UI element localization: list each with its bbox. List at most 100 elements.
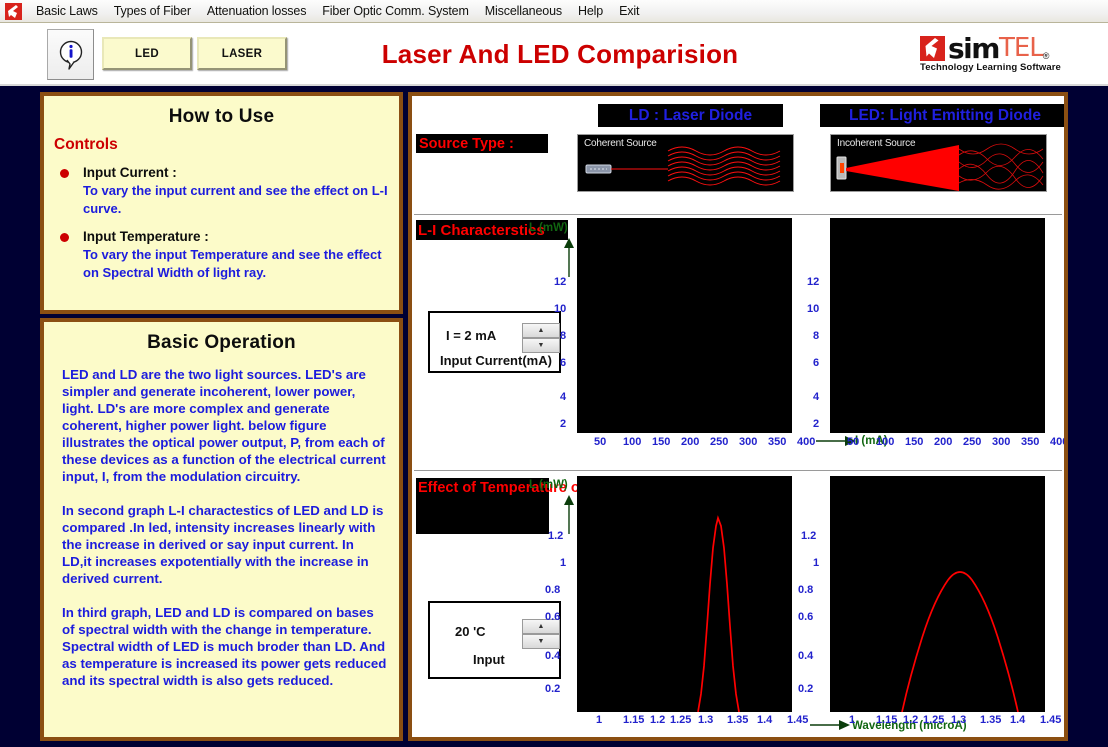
input-current-spinner[interactable]: ▲ ▼ [522, 323, 560, 353]
spectral-ld-ytick: 1 [560, 557, 567, 569]
li-led-xtick: 50 [847, 436, 860, 448]
input-current-control[interactable]: I = 2 mA ▲ ▼ Input Current(mA) [428, 311, 561, 373]
spectral-ld-xtick: 1.4 [757, 714, 773, 726]
li-ld-xtick: 250 [710, 436, 729, 448]
spinner-down-icon[interactable]: ▼ [522, 634, 560, 649]
spectral-ld-xtick: 1.25 [670, 714, 692, 726]
spectral-led-xtick: 1.15 [876, 714, 898, 726]
spectral-led-xtick: 1.4 [1010, 714, 1026, 726]
menu-item-exit[interactable]: Exit [611, 2, 647, 20]
how-to-use-title: How to Use [168, 106, 275, 127]
source-type-label: Source Type : [416, 134, 548, 153]
section-divider [414, 214, 1062, 215]
li-led-ytick: 8 [813, 330, 820, 342]
input-current-label: Input Current : [83, 165, 177, 180]
li-ld-xtick: 200 [681, 436, 700, 448]
spectral-ld-xtick: 1.3 [698, 714, 714, 726]
spectral-ld-ytick: 0.8 [545, 584, 561, 596]
bullet-dot-icon [60, 233, 69, 242]
simulation-panel: LD : Laser Diode LED: Light Emitting Dio… [408, 92, 1068, 741]
li-ld-ytick: 4 [560, 391, 567, 403]
li-led-xtick: 200 [934, 436, 953, 448]
li-ld-ytick: 2 [560, 418, 567, 430]
li-ld-xtick: 100 [623, 436, 642, 448]
spectral-ld-curve [697, 515, 740, 713]
spectral-ld-y-axis-arrow [564, 495, 574, 534]
spectral-led-ytick: 0.2 [798, 683, 814, 695]
basic-operation-title: Basic Operation [147, 332, 296, 353]
li-ld-xtick: 300 [739, 436, 758, 448]
led-button[interactable]: LED [102, 37, 192, 70]
spectral-led-ytick: 0.4 [798, 650, 814, 662]
input-temperature-description: To vary the input Temperature and see th… [83, 247, 382, 280]
input-temperature-label: Input Temperature : [83, 229, 209, 244]
list-item: Input Temperature : To vary the input Te… [60, 228, 399, 282]
li-led-xtick: 350 [1021, 436, 1040, 448]
spectral-ld-xtick: 1.35 [727, 714, 749, 726]
li-ld-ytick: 6 [560, 357, 567, 369]
menu-item-attenuation-losses[interactable]: Attenuation losses [199, 2, 314, 20]
basic-operation-panel: Basic Operation LED and LD are the two l… [40, 318, 403, 741]
spectral-led-xtick: 1.35 [980, 714, 1002, 726]
spectral-ld-ytick: 0.6 [545, 611, 561, 623]
li-led-xtick: 400 [1050, 436, 1068, 448]
spectral-led-xtick: 1.25 [923, 714, 945, 726]
li-chart-ld [577, 218, 792, 433]
led-source-caption: Incoherent Source [837, 138, 916, 149]
menu-item-miscellaneous[interactable]: Miscellaneous [477, 2, 570, 20]
page-title: Laser And LED Comparision [381, 39, 739, 69]
spectral-led-ytick: 0.8 [798, 584, 814, 596]
li-ld-xtick: 50 [594, 436, 607, 448]
column-header-ld: LD : Laser Diode [598, 104, 783, 127]
spectral-led-ytick: 1.2 [801, 530, 817, 542]
spectral-ld-xtick: 1 [596, 714, 603, 726]
li-led-xtick: 100 [876, 436, 895, 448]
registered-mark: ® [1042, 51, 1050, 61]
spinner-up-icon[interactable]: ▲ [522, 323, 560, 338]
li-led-ytick: 2 [813, 418, 820, 430]
controls-heading: Controls [54, 136, 118, 153]
li-led-xtick: 250 [963, 436, 982, 448]
section-divider [414, 470, 1062, 471]
laser-button[interactable]: LASER [197, 37, 287, 70]
spectral-ld-y-axis-label: L (mW) [529, 479, 568, 491]
li-led-ytick: 12 [807, 276, 820, 288]
ld-source-image: Coherent Source [577, 134, 794, 192]
brand-logo: sim TEL ® Technology Learning Software [920, 31, 1090, 77]
input-temperature-spinner[interactable]: ▲ ▼ [522, 619, 560, 649]
menu-bar: Basic Laws Types of Fiber Attenuation lo… [0, 0, 1108, 23]
list-item: Input Current : To vary the input curren… [60, 164, 399, 218]
brand-name-light: TEL [998, 33, 1044, 63]
brand-name-dark: sim [948, 32, 1000, 65]
menu-item-types-of-fiber[interactable]: Types of Fiber [106, 2, 199, 20]
spectral-led-xtick: 1.2 [903, 714, 919, 726]
menu-item-fiber-optic-comm-system[interactable]: Fiber Optic Comm. System [314, 2, 476, 20]
li-ld-xtick: 150 [652, 436, 671, 448]
app-logo-icon [5, 2, 22, 20]
li-ld-y-axis-label: L (mW) [529, 222, 568, 234]
info-icon [59, 40, 82, 70]
li-ld-ytick: 10 [554, 303, 567, 315]
how-to-use-panel: How to Use Controls Input Current : To v… [40, 92, 403, 314]
spectral-ld-xtick: 1.45 [787, 714, 809, 726]
spectral-led-xtick: 1.45 [1040, 714, 1062, 726]
spectral-ld-x-axis-arrow [810, 720, 850, 730]
li-led-xtick: 150 [905, 436, 924, 448]
li-led-ytick: 10 [807, 303, 820, 315]
input-current-value: I = 2 mA [446, 328, 497, 343]
simtel-figure-icon [920, 36, 945, 61]
input-temperature-control[interactable]: 20 'C ▲ ▼ Input [428, 601, 561, 679]
input-current-caption: Input Current(mA) [440, 353, 552, 368]
info-button[interactable] [47, 29, 94, 80]
spectral-led-curve [901, 571, 1019, 713]
spectral-chart-ld [577, 476, 792, 713]
spinner-down-icon[interactable]: ▼ [522, 338, 560, 353]
brand-tagline: Technology Learning Software [920, 62, 1061, 73]
spectral-chart-led [830, 476, 1045, 713]
spectral-ld-ytick: 0.4 [545, 650, 561, 662]
led-source-image: Incoherent Source [830, 134, 1047, 192]
input-temperature-caption: Input [473, 652, 505, 667]
bullet-dot-icon [60, 169, 69, 178]
menu-item-basic-laws[interactable]: Basic Laws [28, 2, 106, 20]
menu-item-help[interactable]: Help [570, 2, 611, 20]
